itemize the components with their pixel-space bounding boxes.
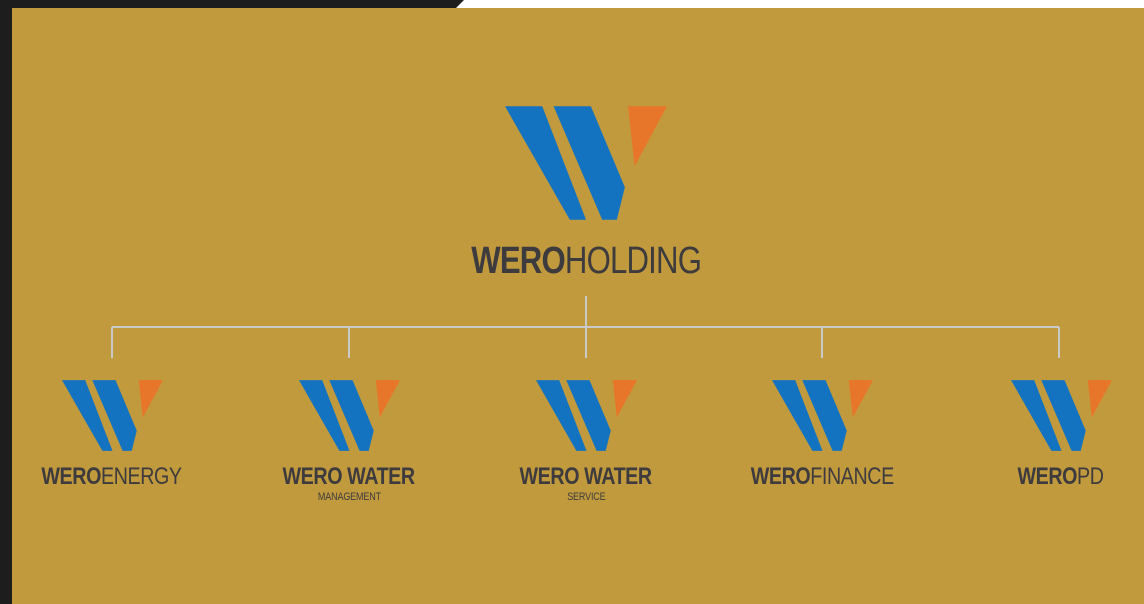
energy-brand-light: ENERGY	[101, 463, 183, 490]
water-service-brand-label: WERO WATER	[519, 463, 653, 490]
org-node-pd: WEROPD	[981, 380, 1141, 489]
finance-brand-light: FINANCE	[810, 463, 894, 490]
water-management-brand-label: WERO WATER	[282, 463, 416, 490]
wero-w-logo-icon	[298, 380, 400, 451]
wero-w-logo-icon	[1010, 380, 1112, 451]
water-service-brand-bold: WERO WATER	[519, 463, 653, 490]
water-management-sublabel: MANAGEMENT	[317, 491, 381, 503]
org-node-finance: WEROFINANCE	[742, 380, 902, 489]
pd-brand-light: PD	[1077, 463, 1105, 490]
water-service-sublabel: SERVICE	[566, 491, 606, 503]
org-node-root: WEROHOLDING	[466, 106, 706, 280]
wero-w-logo-icon	[61, 380, 163, 451]
pd-brand-label: WEROPD	[1017, 463, 1105, 490]
org-node-water-service: WERO WATER SERVICE	[506, 380, 666, 503]
energy-brand-bold: WERO	[41, 463, 102, 490]
finance-brand-label: WEROFINANCE	[750, 463, 894, 490]
wero-w-logo-icon	[771, 380, 873, 451]
root-brand-light: HOLDING	[564, 240, 702, 282]
energy-brand-label: WEROENERGY	[41, 463, 183, 490]
root-brand-bold: WERO	[471, 240, 565, 282]
pd-brand-bold: WERO	[1017, 463, 1078, 490]
org-node-water-management: WERO WATER MANAGEMENT	[269, 380, 429, 503]
wero-w-logo-icon	[535, 380, 637, 451]
root-brand-label: WEROHOLDING	[471, 240, 702, 282]
finance-brand-bold: WERO	[750, 463, 811, 490]
water-management-brand-bold: WERO WATER	[282, 463, 416, 490]
org-chart-connectors	[111, 296, 1060, 358]
wero-w-logo-icon	[505, 106, 667, 220]
org-node-energy: WEROENERGY	[32, 380, 192, 489]
